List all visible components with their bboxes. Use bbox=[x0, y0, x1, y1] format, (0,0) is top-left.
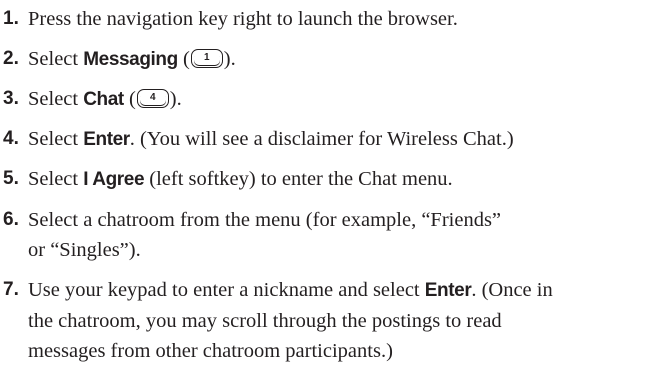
text-pre: Select bbox=[28, 168, 84, 190]
text-pre: Select bbox=[28, 88, 84, 110]
text-post: ). bbox=[169, 88, 182, 110]
text-pre: Use your keypad to enter a nickname and … bbox=[28, 279, 425, 301]
step-text-line: messages from other chatroom participant… bbox=[28, 340, 393, 362]
step-text-line: Select a chatroom from the menu (for exa… bbox=[28, 209, 502, 231]
step-number: 5. bbox=[3, 168, 19, 189]
step-number: 4. bbox=[3, 128, 19, 149]
step-number: 2. bbox=[3, 48, 19, 69]
menu-label-messaging: Messaging bbox=[83, 49, 178, 70]
keypad-key-icon: 4 bbox=[136, 89, 169, 108]
text-post: ). bbox=[223, 48, 236, 70]
step-text: Select a chatroom from the menu (for exa… bbox=[28, 205, 668, 265]
step-text: Select Chat (4). bbox=[28, 84, 668, 115]
step-number: 6. bbox=[3, 209, 19, 230]
keypad-key-icon: 1 bbox=[190, 49, 223, 68]
step-text: Select Messaging (1). bbox=[28, 44, 668, 75]
step-text: Use your keypad to enter a nickname and … bbox=[28, 275, 668, 366]
step-number: 1. bbox=[3, 8, 19, 29]
text-post: (left softkey) to enter the Chat menu. bbox=[144, 168, 453, 190]
text-pre: Select bbox=[28, 128, 84, 150]
key-label: 1 bbox=[203, 52, 210, 63]
step-text: Select Enter. (You will see a disclaimer… bbox=[28, 124, 668, 155]
step-number: 7. bbox=[3, 279, 19, 300]
text-mid: ( bbox=[123, 88, 136, 110]
step-text-line: the chatroom, you may scroll through the… bbox=[28, 310, 502, 332]
key-label: 4 bbox=[150, 92, 156, 103]
text-post: . (You will see a disclaimer for Wireles… bbox=[129, 128, 514, 150]
text-mid: ( bbox=[177, 48, 190, 70]
text-pre: Select bbox=[28, 48, 84, 70]
step-text: Press the navigation key right to launch… bbox=[28, 4, 668, 34]
menu-label-chat: Chat bbox=[83, 89, 124, 110]
softkey-label-i-agree: I Agree bbox=[83, 169, 145, 190]
menu-label-enter: Enter bbox=[83, 129, 130, 150]
step-text-line: or “Singles”). bbox=[28, 239, 141, 261]
step-text-line: Press the navigation key right to launch… bbox=[28, 8, 458, 30]
step-text: Select I Agree (left softkey) to enter t… bbox=[28, 164, 668, 195]
step-number: 3. bbox=[3, 88, 19, 109]
menu-label-enter: Enter bbox=[424, 280, 472, 301]
text-post: . (Once in bbox=[471, 279, 553, 301]
